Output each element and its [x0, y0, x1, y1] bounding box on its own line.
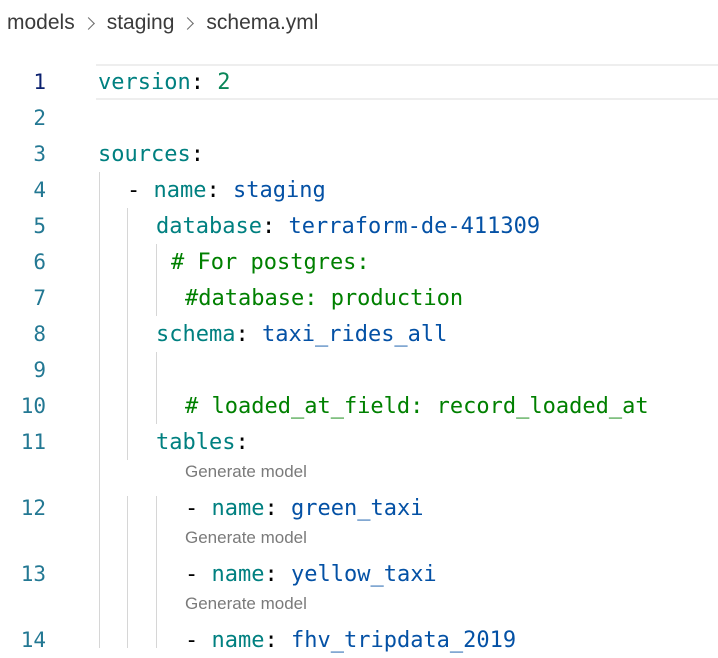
yaml-value: staging — [232, 177, 326, 203]
code-line[interactable]: sources: — [0, 136, 718, 172]
generate-model-codelens[interactable]: Generate model — [185, 594, 307, 614]
code-line[interactable]: database: terraform-de-411309 — [0, 208, 718, 244]
breadcrumb-item-staging[interactable]: staging — [107, 11, 175, 35]
yaml-key: name — [153, 177, 207, 203]
breadcrumb: models staging schema.yml — [0, 0, 718, 46]
yaml-value: fhv_tripdata_2019 — [290, 627, 517, 653]
yaml-key: schema — [156, 321, 236, 347]
generate-model-codelens[interactable]: Generate model — [185, 462, 307, 482]
yaml-value: yellow_taxi — [290, 561, 437, 587]
yaml-value: 2 — [217, 69, 231, 95]
yaml-key: database — [156, 213, 262, 239]
yaml-value: terraform-de-411309 — [288, 213, 541, 239]
code-line[interactable]: schema: taxi_rides_all — [0, 316, 718, 352]
code-line[interactable]: - name: fhv_tripdata_2019 — [0, 622, 718, 658]
code-line[interactable]: # For postgres: — [0, 244, 718, 280]
yaml-comment: #database: production — [185, 285, 464, 311]
yaml-key: tables — [156, 429, 236, 455]
chevron-right-icon — [81, 16, 95, 30]
code-line[interactable]: tables: — [0, 424, 718, 460]
code-line[interactable]: # loaded_at_field: record_loaded_at — [0, 388, 718, 424]
yaml-key: name — [211, 495, 265, 521]
yaml-comment: # For postgres: — [171, 249, 370, 275]
code-line[interactable]: - name: yellow_taxi — [0, 556, 718, 592]
chevron-right-icon — [181, 16, 195, 30]
yaml-comment: # loaded_at_field: record_loaded_at — [185, 393, 649, 419]
yaml-key: name — [211, 561, 265, 587]
code-line[interactable]: - name: green_taxi — [0, 490, 718, 526]
yaml-value: taxi_rides_all — [261, 321, 448, 347]
code-line[interactable]: - name: staging — [0, 172, 718, 208]
line-number: 2 — [33, 106, 46, 130]
line-number: 1 — [33, 70, 46, 94]
code-editor[interactable]: 1 2 3 4 5 6 7 8 9 10 11 12 13 14 version… — [0, 64, 718, 653]
code-line[interactable]: #database: production — [0, 280, 718, 316]
line-number: 9 — [33, 358, 46, 382]
breadcrumb-item-file[interactable]: schema.yml — [206, 11, 318, 35]
yaml-value: green_taxi — [290, 495, 424, 521]
breadcrumb-item-models[interactable]: models — [7, 11, 75, 35]
yaml-key: version — [98, 69, 191, 95]
code-line[interactable]: version: 2 — [96, 64, 718, 100]
yaml-key: name — [211, 627, 265, 653]
yaml-key: sources — [98, 141, 191, 167]
generate-model-codelens[interactable]: Generate model — [185, 528, 307, 548]
